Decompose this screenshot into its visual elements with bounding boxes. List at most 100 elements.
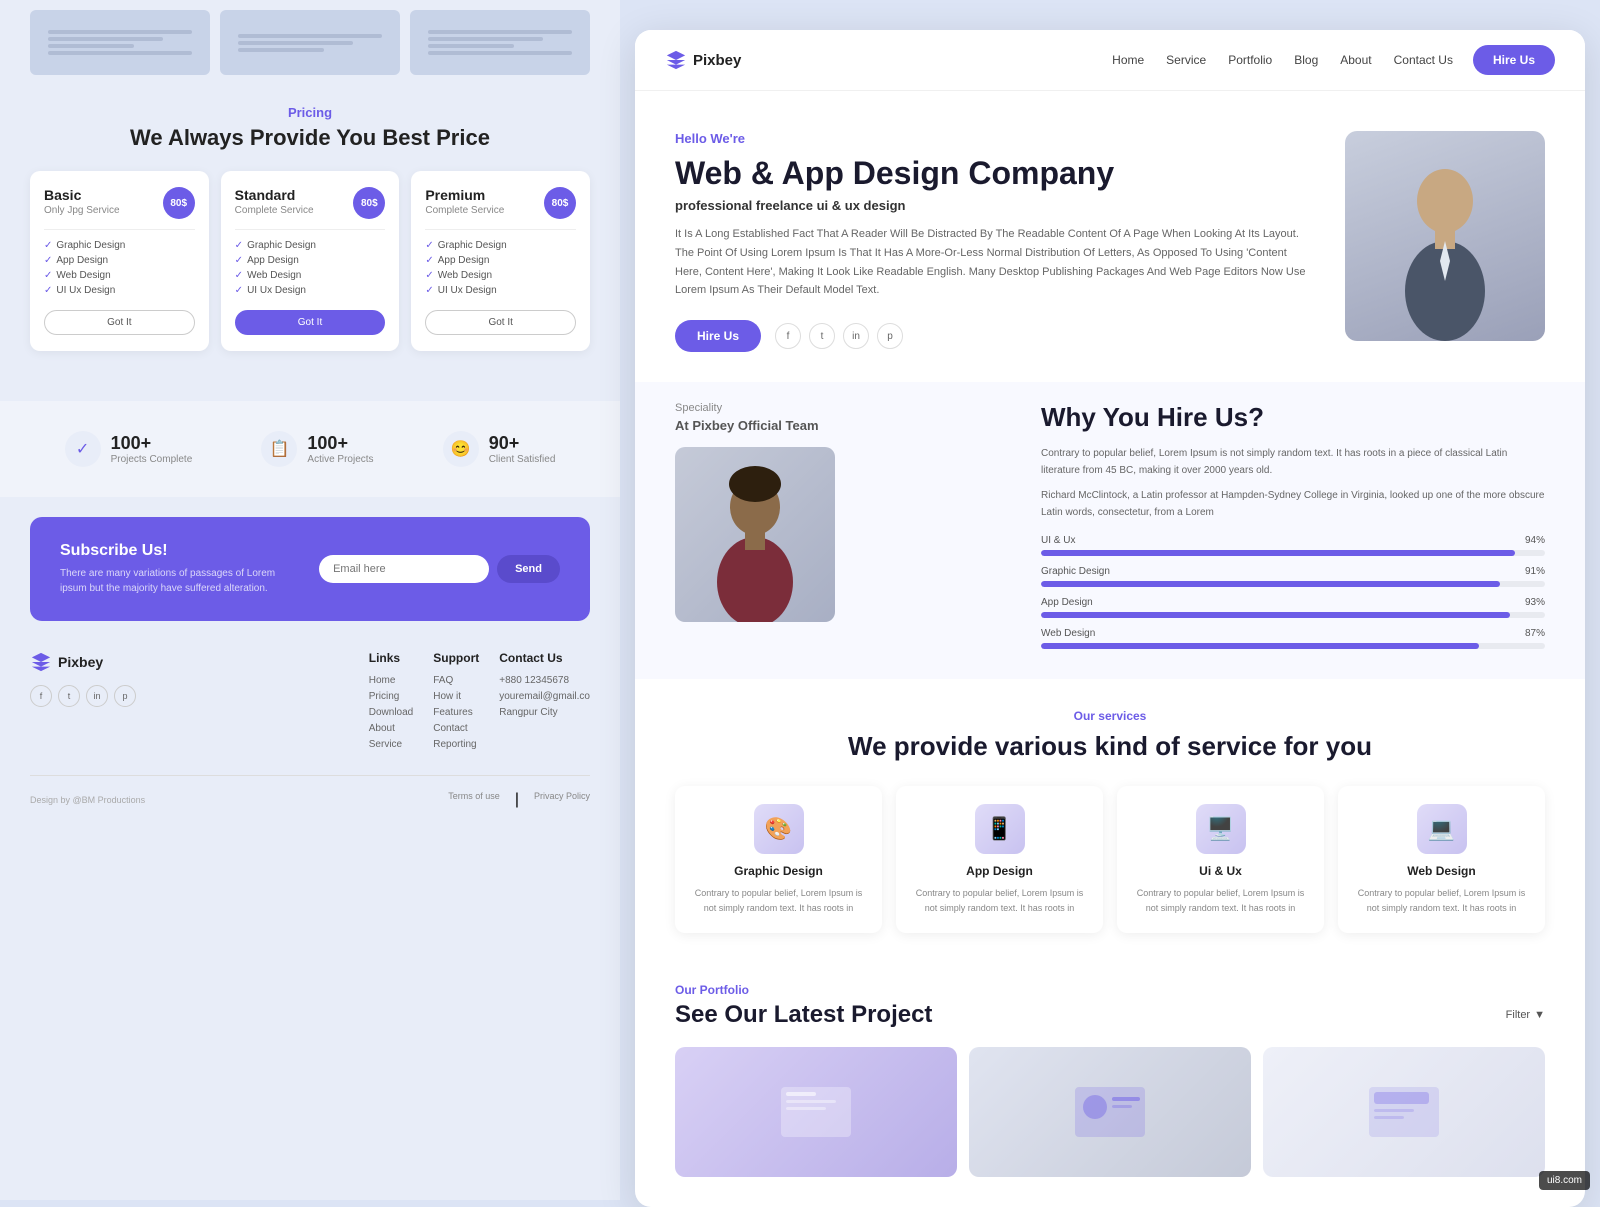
footer-support-col: Support FAQ How it Features Contact Repo… bbox=[433, 651, 479, 755]
portfolio-tag: Our Portfolio bbox=[675, 983, 1545, 997]
why-col: Why You Hire Us? Contrary to popular bel… bbox=[1041, 402, 1545, 659]
card-plan-premium: Premium bbox=[425, 187, 504, 203]
footer-copyright: Design by @BM Productions bbox=[30, 795, 145, 805]
subscribe-send-button[interactable]: Send bbox=[497, 555, 560, 583]
skill-name-1: Graphic Design bbox=[1041, 566, 1110, 577]
card-feature-prem-4: UI Ux Design bbox=[425, 285, 576, 296]
footer-contact-city: Rangpur City bbox=[499, 707, 590, 718]
skill-row-app: App Design 93% bbox=[1041, 597, 1545, 618]
filter-button[interactable]: Filter ▼ bbox=[1506, 1009, 1545, 1021]
hero-linkedin-icon[interactable]: in bbox=[843, 323, 869, 349]
services-title: We provide various kind of service for y… bbox=[675, 731, 1545, 762]
card-feature-basic-3: Web Design bbox=[44, 270, 195, 281]
footer-terms-link[interactable]: Terms of use bbox=[448, 791, 500, 809]
left-panel: Pricing We Always Provide You Best Price… bbox=[0, 0, 620, 1200]
nav-link-contact[interactable]: Contact Us bbox=[1394, 53, 1453, 67]
skill-name-2: App Design bbox=[1041, 597, 1093, 608]
nav-logo-icon bbox=[665, 49, 687, 71]
hero-actions: Hire Us f t in p bbox=[675, 320, 1315, 352]
preview-images bbox=[0, 0, 620, 95]
footer-support-howit[interactable]: How it bbox=[433, 691, 479, 702]
service-card-ui: 🖥️ Ui & Ux Contrary to popular belief, L… bbox=[1117, 786, 1324, 933]
footer-support-reporting[interactable]: Reporting bbox=[433, 739, 479, 750]
card-feature-basic-2: App Design bbox=[44, 255, 195, 266]
footer-legal-links: Terms of use | Privacy Policy bbox=[448, 791, 590, 809]
card-plan-standard: Standard bbox=[235, 187, 314, 203]
graphic-design-icon: 🎨 bbox=[754, 804, 804, 854]
hero-tag: Hello We're bbox=[675, 131, 1315, 146]
nav-link-about[interactable]: About bbox=[1340, 53, 1371, 67]
card-feature-basic-4: UI Ux Design bbox=[44, 285, 195, 296]
stat-number-0: 100+ bbox=[111, 433, 193, 454]
subscribe-email-input[interactable] bbox=[319, 555, 489, 583]
footer-links-title: Links bbox=[369, 651, 413, 665]
got-it-premium-button[interactable]: Got It bbox=[425, 310, 576, 335]
footer: Pixbey f t in p Links Home Pricing Downl… bbox=[0, 621, 620, 839]
portfolio-item-1 bbox=[675, 1047, 957, 1177]
footer-twitter-icon[interactable]: t bbox=[58, 685, 80, 707]
footer-link-pricing[interactable]: Pricing bbox=[369, 691, 413, 702]
services-tag: Our services bbox=[675, 709, 1545, 723]
card-feature-prem-1: Graphic Design bbox=[425, 240, 576, 251]
hero-hire-button[interactable]: Hire Us bbox=[675, 320, 761, 352]
stat-number-1: 100+ bbox=[307, 433, 373, 454]
service-card-web: 💻 Web Design Contrary to popular belief,… bbox=[1338, 786, 1545, 933]
pricing-title: We Always Provide You Best Price bbox=[30, 125, 590, 151]
footer-link-download[interactable]: Download bbox=[369, 707, 413, 718]
footer-link-about[interactable]: About bbox=[369, 723, 413, 734]
stat-number-2: 90+ bbox=[489, 433, 556, 454]
footer-support-features[interactable]: Features bbox=[433, 707, 479, 718]
skill-fill-3 bbox=[1041, 643, 1479, 649]
skill-name-0: UI & Ux bbox=[1041, 535, 1075, 546]
hero-person-image bbox=[1345, 131, 1545, 341]
hero-facebook-icon[interactable]: f bbox=[775, 323, 801, 349]
footer-link-home[interactable]: Home bbox=[369, 675, 413, 686]
subscribe-title: Subscribe Us! bbox=[60, 542, 299, 560]
footer-privacy-link[interactable]: Privacy Policy bbox=[534, 791, 590, 809]
nav-link-portfolio[interactable]: Portfolio bbox=[1228, 53, 1272, 67]
service-name-2: Ui & Ux bbox=[1131, 864, 1310, 878]
nav-link-home[interactable]: Home bbox=[1112, 53, 1144, 67]
preview-img-1 bbox=[30, 10, 210, 75]
got-it-basic-button[interactable]: Got It bbox=[44, 310, 195, 335]
hero-subtitle: professional freelance ui & ux design bbox=[675, 198, 1315, 213]
skill-row-ui: UI & Ux 94% bbox=[1041, 535, 1545, 556]
preview-img-2 bbox=[220, 10, 400, 75]
footer-link-service[interactable]: Service bbox=[369, 739, 413, 750]
speciality-person-svg bbox=[690, 462, 820, 622]
footer-support-faq[interactable]: FAQ bbox=[433, 675, 479, 686]
checkmark-circle-icon: ✓ bbox=[65, 431, 101, 467]
pricing-section: Pricing We Always Provide You Best Price… bbox=[0, 95, 620, 381]
skill-row-graphic: Graphic Design 91% bbox=[1041, 566, 1545, 587]
hero-pinterest-icon[interactable]: p bbox=[877, 323, 903, 349]
footer-linkedin-icon[interactable]: in bbox=[86, 685, 108, 707]
hero-section: Hello We're Web & App Design Company pro… bbox=[635, 91, 1585, 382]
service-name-0: Graphic Design bbox=[689, 864, 868, 878]
navbar: Pixbey Home Service Portfolio Blog About… bbox=[635, 30, 1585, 91]
got-it-standard-button[interactable]: Got It bbox=[235, 310, 386, 335]
footer-support-contact[interactable]: Contact bbox=[433, 723, 479, 734]
why-desc-1: Contrary to popular belief, Lorem Ipsum … bbox=[1041, 445, 1545, 479]
nav-link-blog[interactable]: Blog bbox=[1294, 53, 1318, 67]
card-feature-std-2: App Design bbox=[235, 255, 386, 266]
card-header-basic: Basic Only Jpg Service 80$ bbox=[44, 187, 195, 219]
footer-links-col: Links Home Pricing Download About Servic… bbox=[369, 651, 413, 755]
hero-twitter-icon[interactable]: t bbox=[809, 323, 835, 349]
nav-link-service[interactable]: Service bbox=[1166, 53, 1206, 67]
preview-img-3 bbox=[410, 10, 590, 75]
speciality-title: At Pixbey Official Team bbox=[675, 418, 1011, 433]
speciality-person-image bbox=[675, 447, 835, 622]
watermark: ui8.com bbox=[1539, 1171, 1590, 1190]
footer-pinterest-icon[interactable]: p bbox=[114, 685, 136, 707]
hero-social-icons: f t in p bbox=[775, 323, 903, 349]
smile-icon: 😊 bbox=[443, 431, 479, 467]
footer-facebook-icon[interactable]: f bbox=[30, 685, 52, 707]
stat-projects-complete: ✓ 100+ Projects Complete bbox=[65, 431, 193, 467]
skills-section: UI & Ux 94% Graphic Design 91% bbox=[1041, 535, 1545, 649]
card-feature-basic-1: Graphic Design bbox=[44, 240, 195, 251]
services-cards: 🎨 Graphic Design Contrary to popular bel… bbox=[675, 786, 1545, 933]
speciality-col: Speciality At Pixbey Official Team bbox=[675, 402, 1011, 659]
nav-hire-button[interactable]: Hire Us bbox=[1473, 45, 1555, 75]
portfolio-preview-2 bbox=[1070, 1082, 1150, 1142]
portfolio-preview-1 bbox=[776, 1082, 856, 1142]
